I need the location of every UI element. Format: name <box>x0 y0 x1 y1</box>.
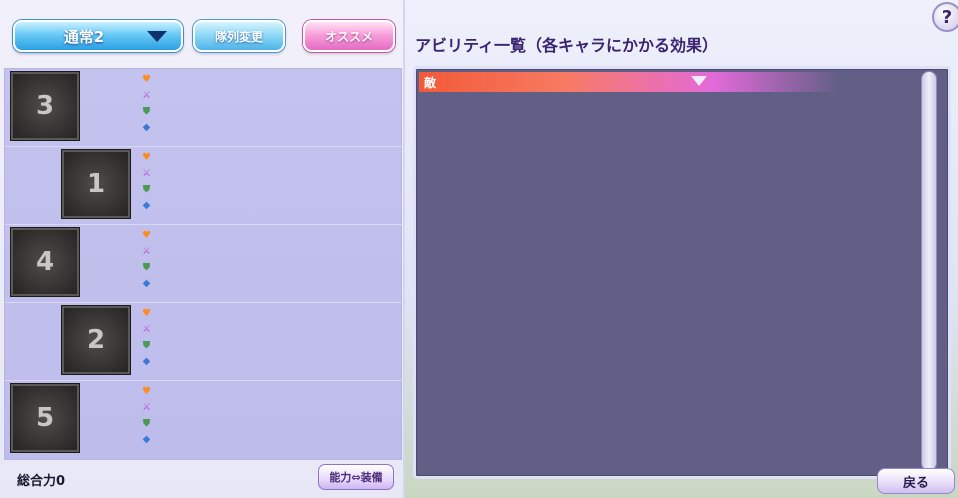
total-power: 総合力0 <box>17 470 65 489</box>
party-member-list: 3 ♥ ⚔ ⛊ ◆ 1 ♥ ⚔ ⛊ ◆ 4 ♥ ⚔ ⛊ ◆ 2 ♥ ⚔ ⛊ ◆ … <box>4 68 403 460</box>
party-select-value: 通常2 <box>63 27 105 46</box>
heart-icon: ♥ <box>142 386 151 397</box>
boot-icon: ◆ <box>142 200 151 211</box>
boot-icon: ◆ <box>142 122 151 133</box>
character-slot[interactable]: 3 <box>10 71 80 141</box>
party-panel: 通常2 隊列変更 オススメ 3 ♥ ⚔ ⛊ ◆ 1 ♥ ⚔ ⛊ ◆ 4 ♥ ⚔ … <box>0 0 405 498</box>
total-power-label: 総合力 <box>17 474 57 489</box>
character-slot[interactable]: 2 <box>61 305 131 375</box>
shield-icon: ⛊ <box>142 184 151 195</box>
sword-icon: ⚔ <box>142 168 151 179</box>
party-select[interactable]: 通常2 <box>13 20 183 52</box>
back-button[interactable]: 戻る <box>877 468 955 494</box>
stat-icons: ♥ ⚔ ⛊ ◆ <box>140 73 156 137</box>
recommend-button[interactable]: オススメ <box>303 20 395 52</box>
sword-icon: ⚔ <box>142 246 151 257</box>
total-power-value: 0 <box>56 474 66 489</box>
heart-icon: ♥ <box>142 308 151 319</box>
ability-list-title: アビリティ一覧（各キャラにかかる効果） <box>415 36 719 55</box>
top-toolbar: 通常2 隊列変更 オススメ <box>0 0 405 64</box>
ability-section: アビリティ一覧（各キャラにかかる効果） ? 敵 戻る <box>405 0 958 498</box>
heart-icon: ♥ <box>142 74 151 85</box>
party-row: 4 ♥ ⚔ ⛊ ◆ <box>5 225 403 303</box>
scrollbar[interactable] <box>921 71 937 471</box>
ability-list-panel: 敵 <box>413 66 951 479</box>
shield-icon: ⛊ <box>142 340 151 351</box>
sword-icon: ⚔ <box>142 90 151 101</box>
sword-icon: ⚔ <box>142 324 151 335</box>
character-slot[interactable]: 4 <box>10 227 80 297</box>
shield-icon: ⛊ <box>142 418 151 429</box>
shield-icon: ⛊ <box>142 106 151 117</box>
triangle-down-icon <box>691 76 707 86</box>
character-slot[interactable]: 1 <box>61 149 131 219</box>
party-row: 1 ♥ ⚔ ⛊ ◆ <box>5 147 403 225</box>
heart-icon: ♥ <box>142 152 151 163</box>
chevron-down-icon <box>147 31 167 42</box>
ability-equipment-toggle-button[interactable]: 能力⇔装備 <box>318 464 394 490</box>
heart-icon: ♥ <box>142 230 151 241</box>
party-row: 5 ♥ ⚔ ⛊ ◆ <box>5 381 403 459</box>
shield-icon: ⛊ <box>142 262 151 273</box>
stat-icons: ♥ ⚔ ⛊ ◆ <box>140 307 156 371</box>
party-row: 2 ♥ ⚔ ⛊ ◆ <box>5 303 403 381</box>
stat-icons: ♥ ⚔ ⛊ ◆ <box>140 229 156 293</box>
party-row: 3 ♥ ⚔ ⛊ ◆ <box>5 69 403 147</box>
character-slot[interactable]: 5 <box>10 383 80 453</box>
formation-change-button[interactable]: 隊列変更 <box>193 20 285 52</box>
bottom-toolbar: 総合力0 能力⇔装備 <box>0 460 405 498</box>
boot-icon: ◆ <box>142 356 151 367</box>
boot-icon: ◆ <box>142 434 151 445</box>
stat-icons: ♥ ⚔ ⛊ ◆ <box>140 385 156 449</box>
sword-icon: ⚔ <box>142 402 151 413</box>
category-header-enemy[interactable]: 敵 <box>419 72 839 92</box>
category-label: 敵 <box>424 75 437 90</box>
stat-icons: ♥ ⚔ ⛊ ◆ <box>140 151 156 215</box>
boot-icon: ◆ <box>142 278 151 289</box>
help-button[interactable]: ? <box>932 2 958 32</box>
